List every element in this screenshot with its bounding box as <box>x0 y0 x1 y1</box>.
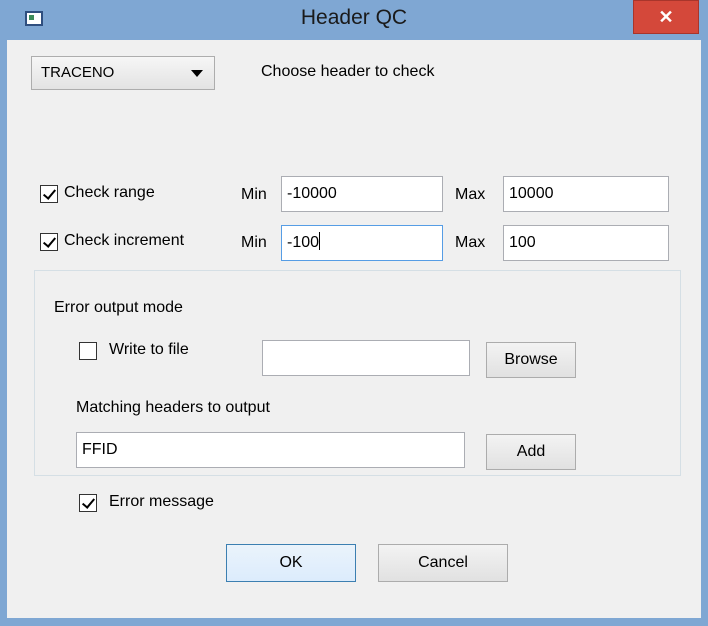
write-to-file-checkbox[interactable] <box>79 342 97 360</box>
browse-button[interactable]: Browse <box>486 342 576 378</box>
output-file-path-input[interactable] <box>262 340 470 376</box>
dialog-window: Header QC ✕ TRACENO Choose header to che… <box>0 0 708 626</box>
increment-min-input[interactable]: -100 <box>281 225 443 261</box>
header-select-caption: Choose header to check <box>261 63 435 80</box>
close-icon: ✕ <box>658 7 674 27</box>
increment-max-label: Max <box>455 234 486 251</box>
title-bar[interactable]: Header QC ✕ <box>0 0 708 40</box>
error-message-checkbox[interactable] <box>79 494 97 512</box>
check-increment-checkbox[interactable] <box>40 233 58 251</box>
check-increment-label: Check increment <box>64 232 185 249</box>
range-max-input[interactable]: 10000 <box>503 176 669 212</box>
error-output-group-title: Error output mode <box>51 299 186 317</box>
check-range-label: Check range <box>64 184 155 201</box>
increment-max-input[interactable]: 100 <box>503 225 669 261</box>
window-title: Header QC <box>300 6 408 29</box>
check-range-checkbox[interactable] <box>40 185 58 203</box>
add-button[interactable]: Add <box>486 434 576 470</box>
write-to-file-label: Write to file <box>109 341 189 358</box>
chevron-down-icon <box>191 70 203 77</box>
cancel-button[interactable]: Cancel <box>378 544 508 582</box>
range-min-label: Min <box>241 186 267 203</box>
increment-min-value: -100 <box>287 234 320 251</box>
error-message-label: Error message <box>109 493 214 510</box>
range-max-label: Max <box>455 186 486 203</box>
header-select-value: TRACENO <box>41 64 115 81</box>
text-caret <box>319 232 321 250</box>
matching-headers-input[interactable]: FFID <box>76 432 465 468</box>
matching-headers-label: Matching headers to output <box>76 399 270 416</box>
header-select[interactable]: TRACENO <box>31 56 215 90</box>
range-min-input[interactable]: -10000 <box>281 176 443 212</box>
ok-button[interactable]: OK <box>226 544 356 582</box>
close-button[interactable]: ✕ <box>633 0 699 34</box>
increment-min-label: Min <box>241 234 267 251</box>
